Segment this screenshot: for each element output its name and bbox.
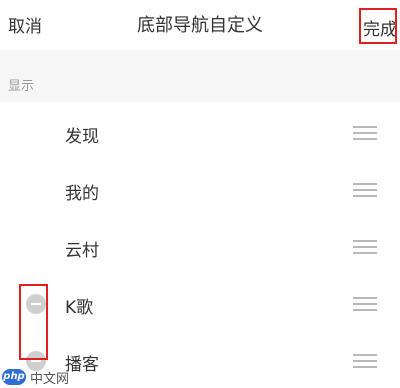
list-item: 我的 [0, 161, 400, 217]
watermark-text: 中文网 [30, 371, 70, 387]
top-bar: 取消 底部导航自定义 完成 [0, 0, 400, 50]
drag-handle-icon[interactable] [353, 126, 377, 140]
watermark: php 中文网 [2, 367, 69, 387]
list-item-label: K歌 [65, 298, 94, 318]
done-button[interactable]: 完成 [359, 8, 397, 44]
drag-handle-icon[interactable] [353, 240, 377, 254]
list-item: 云村 [0, 218, 400, 274]
list-item-label: 发现 [65, 127, 99, 147]
list-item: K歌 [0, 275, 400, 331]
nav-item-list: 发现 我的 云村 K歌 播客 [0, 102, 400, 388]
page-title: 底部导航自定义 [137, 15, 263, 36]
list-item-label: 播客 [65, 355, 99, 375]
list-item-label: 云村 [65, 241, 99, 261]
drag-handle-icon[interactable] [353, 354, 377, 368]
section-label-display: 显示 [8, 79, 35, 94]
drag-handle-icon[interactable] [353, 297, 377, 311]
drag-handle-icon[interactable] [353, 183, 377, 197]
list-item: 发现 [0, 104, 400, 160]
section-header: 显示 [0, 50, 400, 102]
list-item-label: 我的 [65, 184, 99, 204]
minus-circle-icon[interactable] [26, 294, 46, 314]
watermark-logo: php [2, 369, 26, 385]
